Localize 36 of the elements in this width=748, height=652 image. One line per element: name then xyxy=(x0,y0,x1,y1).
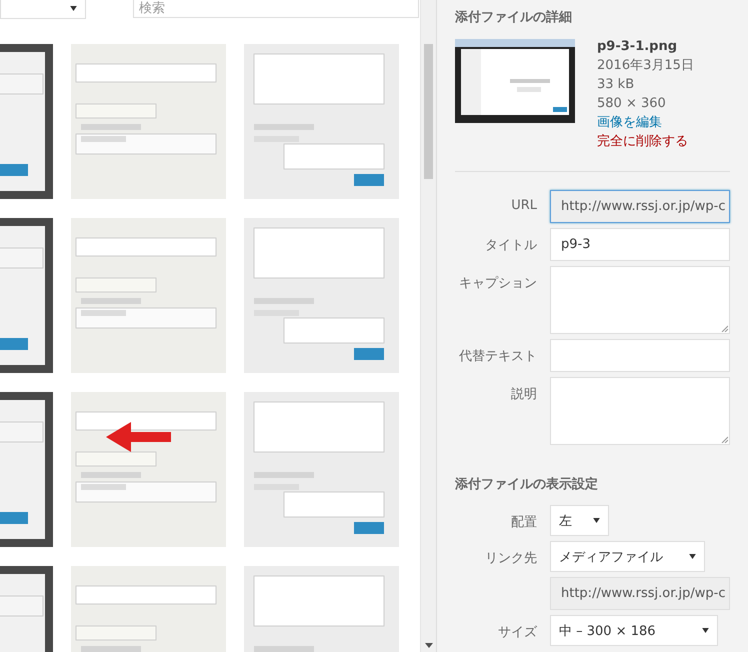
text-area[interactable] xyxy=(550,266,730,334)
search-field[interactable]: 検索 xyxy=(133,0,419,18)
filter-select[interactable] xyxy=(0,0,86,19)
field-label: キャプション xyxy=(458,275,537,292)
select-field[interactable]: メディアファイル xyxy=(550,541,705,572)
field-label: サイズ xyxy=(497,624,537,641)
dropdown-arrow-icon xyxy=(593,518,600,523)
field-label: URL xyxy=(510,197,537,213)
select-field[interactable]: 左 xyxy=(550,505,609,536)
dropdown-arrow-icon xyxy=(702,628,709,633)
url-field[interactable]: http://www.rssj.or.jp/wp-c xyxy=(550,190,730,223)
section-heading: 添付ファイルの詳細 xyxy=(455,9,573,26)
field-label: タイトル xyxy=(484,237,537,254)
dropdown-arrow-icon xyxy=(689,554,696,559)
field-label: 説明 xyxy=(510,386,537,403)
field-label: 代替テキスト xyxy=(458,348,537,365)
delete-permanently-link[interactable]: 完全に削除する xyxy=(597,132,694,151)
field-label: 配置 xyxy=(510,514,537,531)
scrollbar-thumb[interactable] xyxy=(424,44,433,179)
image-dimensions: 580 × 360 xyxy=(597,95,667,113)
text-field[interactable]: p9-3 xyxy=(550,228,730,261)
scroll-down-arrow-icon[interactable] xyxy=(425,643,433,648)
resize-handle-icon[interactable] xyxy=(720,324,728,332)
upload-date: 2016年3月15日 xyxy=(597,57,694,75)
file-size: 33 kB xyxy=(597,76,636,94)
text-area[interactable] xyxy=(550,377,730,445)
edit-image-link[interactable]: 画像を編集 xyxy=(597,113,694,132)
section-heading: 添付ファイルの表示設定 xyxy=(455,476,599,493)
text-field[interactable] xyxy=(550,339,730,372)
select-field[interactable]: 中 – 300 × 186 xyxy=(550,615,718,646)
resize-handle-icon[interactable] xyxy=(720,435,728,443)
url-field[interactable]: http://www.rssj.or.jp/wp-c xyxy=(550,577,730,610)
field-label: リンク先 xyxy=(484,550,537,567)
file-name: p9-3-1.png xyxy=(597,38,678,56)
dropdown-arrow-icon xyxy=(70,6,77,11)
scrollbar[interactable] xyxy=(420,0,436,652)
